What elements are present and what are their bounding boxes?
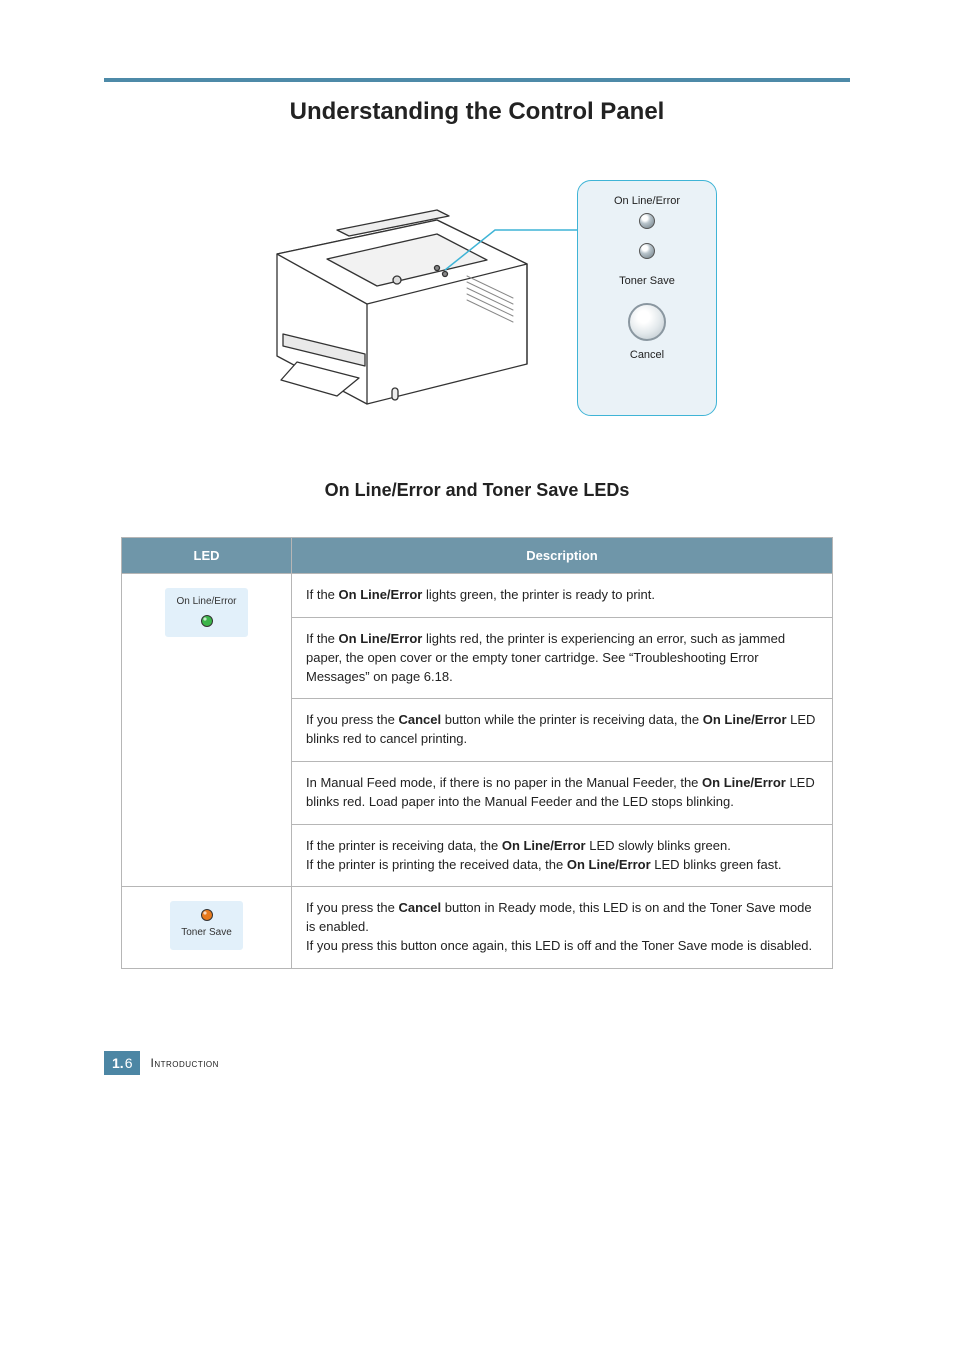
table-row: On Line/ErrorIf the On Line/Error lights…	[122, 574, 833, 618]
bold-term: On Line/Error	[339, 631, 423, 646]
description-cell: If you press the Cancel button in Ready …	[292, 887, 833, 969]
bold-term: Cancel	[399, 900, 442, 915]
page-number: 6	[125, 1055, 133, 1071]
th-led: LED	[122, 538, 292, 574]
description-cell: If you press the Cancel button while the…	[292, 699, 833, 762]
led-cell-toner: Toner Save	[122, 887, 292, 969]
led-dot-icon	[200, 614, 214, 628]
toner-led-icon	[639, 243, 655, 259]
header-rule	[104, 78, 850, 82]
desc-text: lights green, the printer is ready to pr…	[422, 587, 655, 602]
desc-text: If you press this button once again, thi…	[306, 938, 812, 953]
callout-label-cancel: Cancel	[630, 349, 664, 361]
callout-label-toner: Toner Save	[619, 275, 675, 287]
description-cell: In Manual Feed mode, if there is no pape…	[292, 762, 833, 825]
bold-term: On Line/Error	[702, 775, 786, 790]
bold-term: Cancel	[399, 712, 442, 727]
desc-text: In Manual Feed mode, if there is no pape…	[306, 775, 702, 790]
led-chip: Toner Save	[170, 901, 243, 950]
description-cell: If the printer is receiving data, the On…	[292, 824, 833, 887]
page-title: Understanding the Control Panel	[0, 98, 954, 126]
section-title: On Line/Error and Toner Save LEDs	[0, 480, 954, 501]
desc-text: LED blinks green fast.	[651, 857, 782, 872]
th-desc: Description	[292, 538, 833, 574]
desc-text: If the	[306, 631, 339, 646]
bold-term: On Line/Error	[703, 712, 787, 727]
desc-text: If the	[306, 587, 339, 602]
description-cell: If the On Line/Error lights green, the p…	[292, 574, 833, 618]
led-chip-label: On Line/Error	[176, 595, 236, 610]
page-footer: 1.6 Introduction	[104, 1051, 954, 1075]
led-chip: On Line/Error	[165, 588, 247, 637]
led-chip-label: Toner Save	[181, 926, 232, 941]
desc-text: If the printer is printing the received …	[306, 857, 567, 872]
control-panel-callout: On Line/Error Toner Save Cancel	[577, 180, 717, 416]
callout-lead-line	[435, 220, 595, 310]
bold-term: On Line/Error	[567, 857, 651, 872]
desc-text: If you press the	[306, 712, 399, 727]
callout-label-online: On Line/Error	[614, 195, 680, 207]
description-cell: If the On Line/Error lights red, the pri…	[292, 617, 833, 699]
bold-term: On Line/Error	[339, 587, 423, 602]
page-number-box: 1.6	[104, 1051, 140, 1075]
desc-text: button while the printer is receiving da…	[441, 712, 703, 727]
desc-text: If the printer is receiving data, the	[306, 838, 502, 853]
chapter-number: 1.	[112, 1055, 124, 1071]
desc-text: LED slowly blinks green.	[586, 838, 731, 853]
bold-term: On Line/Error	[502, 838, 586, 853]
cancel-button-icon	[628, 303, 666, 341]
led-cell-online: On Line/Error	[122, 574, 292, 887]
led-description-table: LED Description On Line/ErrorIf the On L…	[121, 537, 833, 969]
table-row: Toner Save If you press the Cancel button…	[122, 887, 833, 969]
desc-text: If you press the	[306, 900, 399, 915]
led-dot-icon	[200, 908, 214, 922]
section-name: Introduction	[150, 1056, 218, 1070]
online-led-icon	[639, 213, 655, 229]
control-panel-figure: On Line/Error Toner Save Cancel	[0, 160, 954, 430]
